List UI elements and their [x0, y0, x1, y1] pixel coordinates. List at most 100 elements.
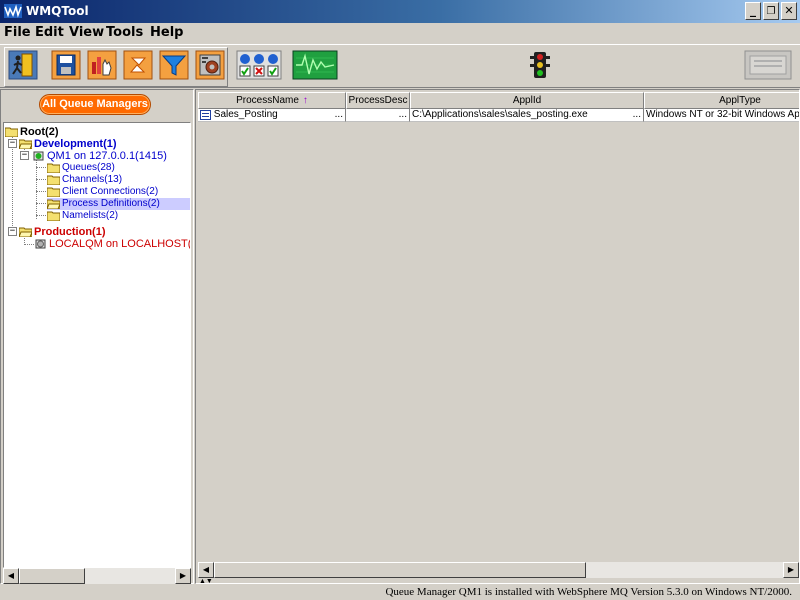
sort-ascending-icon: ↑ [302, 95, 308, 106]
open-folder-icon [19, 227, 32, 237]
scroll-thumb[interactable] [19, 568, 85, 584]
queue-manager-tree: − − − Root(2) Development(1) QM1 on 127.… [3, 122, 191, 568]
tree-node-channels[interactable]: Channels(13) [47, 174, 122, 186]
disabled-panel-button[interactable] [744, 50, 792, 80]
status-lights-icon [236, 50, 282, 80]
save-button[interactable] [51, 50, 81, 80]
column-header-applid[interactable]: ApplId [410, 92, 644, 109]
scroll-left-button[interactable]: ◀ [198, 562, 214, 578]
all-queue-managers-button[interactable]: All Queue Managers [39, 94, 151, 115]
expand-toggle-production[interactable]: − [8, 227, 17, 236]
tree-connector [24, 244, 34, 245]
menu-help[interactable]: Help [150, 25, 183, 40]
title-bar: WMQTool _ ❐ ✕ [0, 0, 800, 23]
close-button[interactable]: ✕ [781, 2, 797, 20]
tree-node-localqm[interactable]: LOCALQM on LOCALHOST( [34, 238, 191, 250]
tree-node-client-connections[interactable]: Client Connections(2) [47, 186, 158, 198]
column-header-processdesc[interactable]: ProcessDesc [346, 92, 410, 109]
traffic-light-icon [530, 52, 550, 78]
refresh-icon [123, 50, 153, 80]
open-folder-icon [19, 139, 32, 149]
window-title: WMQTool [26, 4, 89, 18]
tree-node-qm1[interactable]: QM1 on 127.0.0.1(1415) [32, 150, 167, 162]
tree-horizontal-scrollbar[interactable]: ◀ ▶ [3, 568, 191, 584]
tree-development-label: Development(1) [34, 138, 117, 150]
traffic-light-indicator [527, 50, 553, 80]
minimize-button[interactable]: _ [745, 2, 761, 20]
tree-localqm-label: LOCALQM on LOCALHOST( [49, 238, 191, 250]
tree-namelists-label: Namelists(2) [62, 210, 119, 221]
tree-node-development[interactable]: Development(1) [19, 138, 117, 150]
tree-production-label: Production(1) [34, 226, 106, 238]
tree-process-definitions-label: Process Definitions(2) [62, 198, 160, 209]
minimize-icon: _ [750, 3, 756, 17]
column-header-appltype[interactable]: ApplType [644, 92, 799, 109]
queue-manager-icon [33, 151, 44, 161]
tree-channels-label: Channels(13) [62, 174, 123, 185]
filter-button[interactable] [159, 50, 189, 80]
table-horizontal-scrollbar[interactable]: ◀ ▶ [198, 562, 799, 578]
tree-qm1-label: QM1 on 127.0.0.1(1415) [47, 150, 167, 162]
menu-view[interactable]: View [69, 25, 104, 40]
cell-processdesc[interactable]: ... [346, 109, 410, 122]
menu-file[interactable]: File [4, 25, 31, 40]
scroll-right-button[interactable]: ▶ [783, 562, 799, 578]
menu-tools[interactable]: Tools [106, 25, 143, 40]
disabled-panel-icon [744, 50, 792, 80]
tree-connector [36, 179, 46, 180]
cell-processname[interactable]: Sales_Posting ... [198, 109, 346, 122]
folder-icon [5, 127, 18, 137]
cell-ellipsis[interactable]: ... [399, 109, 407, 121]
application-window: WMQTool _ ❐ ✕ File Edit View Tools Help [0, 0, 800, 600]
cell-ellipsis[interactable]: ... [633, 109, 641, 121]
cell-applid[interactable]: C:\Applications\sales\sales_posting.exe … [410, 109, 644, 122]
tree-node-queues[interactable]: Queues(28) [47, 162, 115, 174]
column-header-processname[interactable]: ProcessName ↑ [198, 92, 346, 109]
column-header-label: ProcessDesc [348, 95, 408, 106]
folder-icon [47, 187, 60, 197]
column-header-label: ProcessName [236, 95, 299, 106]
open-folder-icon [47, 199, 60, 209]
tree-client-connections-label: Client Connections(2) [62, 186, 159, 197]
scroll-left-button[interactable]: ◀ [3, 568, 19, 584]
tree-queues-label: Queues(28) [62, 162, 115, 173]
menu-edit[interactable]: Edit [35, 25, 64, 40]
cell-text: Windows NT or 32-bit Windows Ap [646, 109, 800, 120]
monitor-button[interactable] [292, 50, 338, 80]
filter-icon [159, 50, 189, 80]
tree-connector [36, 215, 46, 216]
tree-connector [36, 159, 37, 219]
cell-ellipsis[interactable]: ... [335, 109, 343, 121]
column-header-label: ApplType [719, 95, 761, 106]
cell-text: Sales_Posting [213, 109, 278, 120]
chart-hand-button[interactable] [87, 50, 117, 80]
exit-icon [8, 50, 38, 80]
status-message: Queue Manager QM1 is installed with WebS… [385, 586, 792, 598]
settings-button[interactable] [195, 50, 225, 80]
folder-icon [47, 163, 60, 173]
tree-node-production[interactable]: Production(1) [19, 226, 106, 238]
close-icon: ✕ [784, 4, 794, 17]
expand-toggle-qm1[interactable]: − [20, 151, 29, 160]
queue-manager-icon [35, 239, 46, 249]
settings-chip-icon [195, 50, 225, 80]
tree-root[interactable]: Root(2) [5, 126, 59, 138]
table-header: ProcessName ↑ ProcessDesc ApplId ApplType [196, 92, 799, 109]
scroll-thumb[interactable] [214, 562, 586, 578]
folder-icon [47, 211, 60, 221]
hand-chart-icon [87, 50, 117, 80]
refresh-button[interactable] [123, 50, 153, 80]
tree-node-namelists[interactable]: Namelists(2) [47, 210, 118, 222]
tree-root-label: Root(2) [20, 126, 59, 138]
tree-connector [36, 191, 46, 192]
status-lights-button[interactable] [236, 50, 282, 80]
restore-button[interactable]: ❐ [763, 2, 779, 20]
restore-icon: ❐ [766, 6, 776, 17]
tree-node-process-definitions[interactable]: Process Definitions(2) [47, 198, 190, 210]
exit-button[interactable] [8, 50, 38, 80]
cell-appltype[interactable]: Windows NT or 32-bit Windows Ap [644, 109, 800, 122]
expand-toggle-development[interactable]: − [8, 139, 17, 148]
folder-icon [47, 175, 60, 185]
table-row[interactable]: Sales_Posting ... ... C:\Applications\sa… [196, 109, 800, 122]
column-header-label: ApplId [512, 95, 542, 106]
